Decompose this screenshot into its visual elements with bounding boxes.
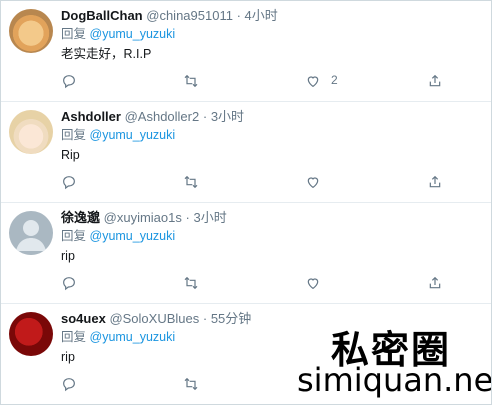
reply-thread: DogBallChan @china951011 · 4小时 回复 @yumu_… [0, 0, 492, 405]
tweet-actions: 2 [59, 71, 459, 91]
reply-context: 回复 @yumu_yuzuki [61, 26, 175, 43]
reply-prefix: 回复 [61, 128, 87, 142]
retweet-button[interactable] [181, 374, 201, 394]
reply-context: 回复 @yumu_yuzuki [61, 127, 175, 144]
like-button[interactable] [303, 172, 323, 192]
reply-icon [63, 75, 75, 89]
mention-link[interactable]: @yumu_yuzuki [90, 128, 176, 142]
tweet-text: Rip [61, 148, 80, 162]
display-name[interactable]: 徐逸邈 [61, 210, 100, 225]
share-button[interactable] [425, 273, 445, 293]
reply-context: 回复 @yumu_yuzuki [61, 228, 175, 245]
tweet-time[interactable]: 3小时 [193, 210, 226, 225]
like-button[interactable] [303, 71, 323, 91]
tweet-text: 老实走好，R.I.P [61, 47, 152, 61]
user-avatar[interactable] [9, 312, 53, 356]
share-icon [429, 175, 441, 188]
reply-prefix: 回复 [61, 27, 87, 41]
user-avatar[interactable] [9, 211, 53, 255]
retweet-button[interactable] [181, 71, 201, 91]
display-name[interactable]: so4uex [61, 311, 106, 326]
tweet-actions [59, 172, 459, 192]
retweet-icon [184, 377, 198, 391]
retweet-icon [184, 74, 198, 88]
reply-button[interactable] [59, 374, 79, 394]
heart-icon [307, 76, 319, 88]
reply-icon [63, 378, 75, 392]
heart-icon [307, 278, 319, 290]
retweet-icon [184, 276, 198, 290]
mention-link[interactable]: @yumu_yuzuki [90, 330, 176, 344]
tweet-header: so4uex @SoloXUBlues · 55分钟 [61, 310, 251, 328]
display-name[interactable]: DogBallChan [61, 8, 143, 23]
user-handle[interactable]: @china951011 [146, 8, 233, 23]
tweet-header: 徐逸邈 @xuyimiao1s · 3小时 [61, 209, 227, 227]
reply-tweet[interactable]: DogBallChan @china951011 · 4小时 回复 @yumu_… [1, 1, 491, 102]
display-name[interactable]: Ashdoller [61, 109, 121, 124]
watermark-url: simiquan.net [297, 361, 492, 399]
tweet-header: Ashdoller @Ashdoller2 · 3小时 [61, 108, 244, 126]
user-avatar[interactable] [9, 9, 53, 53]
reply-tweet[interactable]: 徐逸邈 @xuyimiao1s · 3小时 回复 @yumu_yuzuki ri… [1, 203, 491, 304]
user-handle[interactable]: @SoloXUBlues [109, 311, 199, 326]
retweet-button[interactable] [181, 273, 201, 293]
tweet-header: DogBallChan @china951011 · 4小时 [61, 7, 278, 25]
tweet-time[interactable]: 55分钟 [211, 311, 251, 326]
heart-icon [307, 177, 319, 189]
like-count: 2 [331, 73, 338, 87]
mention-link[interactable]: @yumu_yuzuki [90, 27, 176, 41]
tweet-text: rip [61, 249, 75, 263]
reply-prefix: 回复 [61, 330, 87, 344]
reply-icon [63, 277, 75, 291]
reply-button[interactable] [59, 273, 79, 293]
share-button[interactable] [425, 172, 445, 192]
retweet-icon [184, 175, 198, 189]
share-icon [429, 276, 441, 289]
tweet-actions [59, 273, 459, 293]
reply-context: 回复 @yumu_yuzuki [61, 329, 175, 346]
user-handle[interactable]: @Ashdoller2 [125, 109, 200, 124]
separator: · [202, 109, 208, 124]
user-handle[interactable]: @xuyimiao1s [104, 210, 182, 225]
user-avatar[interactable] [9, 110, 53, 154]
like-button[interactable] [303, 273, 323, 293]
mention-link[interactable]: @yumu_yuzuki [90, 229, 176, 243]
default-avatar-icon [16, 220, 46, 251]
reply-button[interactable] [59, 71, 79, 91]
separator: · [185, 210, 190, 225]
tweet-time[interactable]: 3小时 [211, 109, 244, 124]
reply-icon [63, 176, 75, 190]
reply-tweet[interactable]: Ashdoller @Ashdoller2 · 3小时 回复 @yumu_yuz… [1, 102, 491, 203]
separator: · [236, 8, 241, 23]
reply-prefix: 回复 [61, 229, 87, 243]
reply-button[interactable] [59, 172, 79, 192]
tweet-time[interactable]: 4小时 [245, 8, 278, 23]
share-button[interactable] [425, 71, 445, 91]
separator: · [202, 311, 208, 326]
retweet-button[interactable] [181, 172, 201, 192]
share-icon [429, 74, 441, 87]
tweet-text: rip [61, 350, 75, 364]
